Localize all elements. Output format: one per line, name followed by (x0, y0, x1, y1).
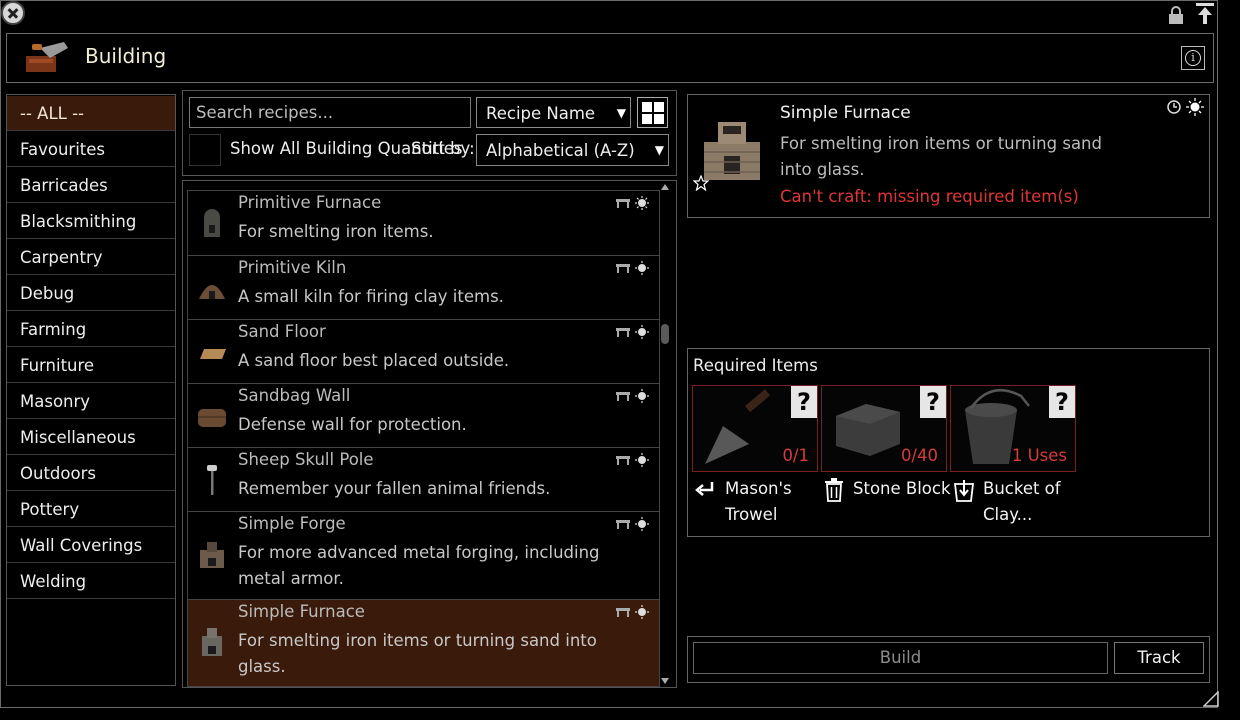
recipe-desc: For more advanced metal forging, includi… (238, 543, 600, 588)
trash-icon (825, 478, 843, 502)
trowel-brick-icon (26, 42, 68, 72)
category-outdoors[interactable]: Outdoors (7, 456, 175, 491)
required-item-name: Mason's Trowel (725, 479, 792, 524)
bucket-down-icon (953, 480, 975, 502)
search-input[interactable] (189, 97, 471, 128)
lock-icon[interactable] (1166, 5, 1186, 25)
skull-pole-icon (207, 465, 217, 495)
recipe-row[interactable]: Sandbag Wall Defense wall for protection… (187, 383, 660, 448)
recipe-name: Primitive Kiln (238, 258, 347, 277)
return-arrow-icon (695, 482, 714, 496)
required-item-slot[interactable]: ? 0/40 (821, 385, 947, 472)
grid-icon (654, 114, 664, 124)
category-pottery[interactable]: Pottery (7, 492, 175, 527)
unknown-badge: ? (920, 386, 946, 418)
required-item-slot[interactable]: ? 1 Uses (950, 385, 1076, 472)
unknown-badge: ? (791, 386, 817, 418)
recipe-name: Sheep Skull Pole (238, 450, 374, 469)
recipe-name: Simple Furnace (238, 602, 365, 621)
workbench-sun-icon (616, 389, 649, 403)
item-count: 0/1 (782, 446, 809, 465)
info-icon: i (1185, 50, 1201, 66)
chevron-down-icon: ▼ (654, 143, 664, 157)
category-welding[interactable]: Welding (7, 564, 175, 599)
pin-icon[interactable] (1194, 1, 1216, 25)
workbench-sun-icon (616, 325, 649, 339)
sort-by-label: Sort by: (411, 139, 475, 158)
workbench-sun-icon (616, 605, 649, 619)
scrollbar-thumb[interactable] (661, 324, 669, 344)
category-furniture[interactable]: Furniture (7, 348, 175, 383)
build-button[interactable]: Build (693, 642, 1108, 674)
category-all[interactable]: -- ALL -- (7, 96, 175, 131)
workbench-sun-icon (616, 261, 649, 275)
track-button[interactable]: Track (1114, 642, 1204, 674)
category-carpentry[interactable]: Carpentry (7, 240, 175, 275)
category-masonry[interactable]: Masonry (7, 384, 175, 419)
grid-icon (642, 114, 652, 124)
grid-icon (642, 102, 652, 112)
workbench-sun-icon (616, 517, 649, 531)
category-farming[interactable]: Farming (7, 312, 175, 347)
recipe-name: Simple Forge (238, 514, 346, 533)
sort-select[interactable]: Alphabetical (A-Z) ▼ (476, 134, 669, 166)
category-favourites[interactable]: Favourites (7, 132, 175, 167)
workbench-sun-icon (616, 196, 649, 210)
chevron-down-icon: ▼ (616, 106, 626, 120)
required-item-name: Stone Block (853, 479, 951, 498)
close-icon[interactable] (1, 1, 25, 25)
item-count: 0/40 (900, 446, 938, 465)
recipe-row[interactable]: Primitive Kiln A small kiln for firing c… (187, 255, 660, 320)
clock-sun-icon (1167, 98, 1204, 116)
resize-grip-icon[interactable] (1203, 691, 1219, 707)
furnace-icon (202, 628, 222, 656)
furnace-icon (204, 209, 220, 237)
recipe-name: Sand Floor (238, 322, 326, 341)
favourite-star-icon[interactable] (693, 175, 709, 191)
recipe-desc: Remember your fallen animal friends. (238, 479, 551, 498)
info-button[interactable]: i (1181, 46, 1205, 70)
recipe-row[interactable]: Sand Floor A sand floor best placed outs… (187, 319, 660, 384)
category-barricades[interactable]: Barricades (7, 168, 175, 203)
recipe-desc: A sand floor best placed outside. (238, 351, 510, 370)
kiln-icon (199, 285, 225, 299)
grid-icon (654, 102, 664, 112)
detail-description: For smelting iron items or turning sand … (780, 134, 1102, 179)
recipe-row-selected[interactable]: Simple Furnace For smelting iron items o… (187, 599, 660, 687)
craft-error-text: Can't craft: missing required item(s) (780, 187, 1079, 206)
category-debug[interactable]: Debug (7, 276, 175, 311)
filter-select[interactable]: Recipe Name ▼ (476, 97, 631, 128)
show-all-checkbox[interactable] (189, 134, 221, 166)
recipe-name: Sandbag Wall (238, 386, 351, 405)
filter-select-value: Recipe Name (486, 104, 596, 123)
required-item-slot[interactable]: ? 0/1 (692, 385, 818, 472)
forge-icon (200, 542, 224, 568)
category-miscellaneous[interactable]: Miscellaneous (7, 420, 175, 455)
recipe-row[interactable]: Primitive Furnace For smelting iron item… (187, 190, 660, 256)
required-items-title: Required Items (693, 356, 818, 375)
recipe-desc: For smelting iron items or turning sand … (238, 631, 597, 676)
recipe-desc: For smelting iron items. (238, 222, 434, 241)
page-title: Building (85, 44, 167, 68)
unknown-badge: ? (1049, 386, 1075, 418)
sort-select-value: Alphabetical (A-Z) (486, 141, 635, 160)
category-blacksmithing[interactable]: Blacksmithing (7, 204, 175, 239)
list-scrollbar[interactable] (660, 184, 670, 684)
item-count: 1 Uses (1011, 446, 1067, 465)
required-item-name: Bucket of Clay... (983, 479, 1061, 524)
recipe-desc: A small kiln for firing clay items. (238, 287, 504, 306)
workbench-sun-icon (616, 453, 649, 467)
sand-floor-icon (200, 349, 226, 359)
category-wall-coverings[interactable]: Wall Coverings (7, 528, 175, 563)
recipe-name: Primitive Furnace (238, 193, 382, 212)
detail-title: Simple Furnace (780, 103, 911, 123)
recipe-desc: Defense wall for protection. (238, 415, 467, 434)
recipe-row[interactable]: Sheep Skull Pole Remember your fallen an… (187, 447, 660, 512)
recipe-row[interactable]: Simple Forge For more advanced metal for… (187, 511, 660, 600)
header-panel (6, 33, 1214, 83)
grid-view-button[interactable] (637, 97, 668, 128)
sandbag-icon (198, 409, 226, 427)
